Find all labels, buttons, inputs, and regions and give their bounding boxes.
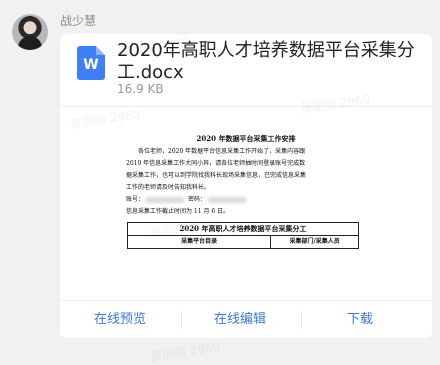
doc-line: 2019 年信息采集工作大同小异，请各位老师抽时间登录账号完成数 xyxy=(126,160,306,167)
watermark: 张丽丽 2960 xyxy=(149,340,222,364)
doc-line: 据采集工作，也可以到学院找我科长现场采集信息，已完成信息采集 xyxy=(126,172,307,179)
file-name: 2020年高职人才培养数据平台采集分工.docx xyxy=(117,40,415,83)
edit-online-button[interactable]: 在线编辑 xyxy=(185,301,295,338)
account-label: 账号： xyxy=(126,196,145,203)
action-bar: 在线预览 在线编辑 下载 xyxy=(60,300,432,338)
preview-online-button[interactable]: 在线预览 xyxy=(65,301,175,338)
doc-table-header: 采集平台目录 xyxy=(126,235,272,249)
sender-name: 战少慧 xyxy=(60,14,97,28)
file-size: 16.9 KB xyxy=(117,82,164,96)
doc-line: 各位老师，2020 年数据平台信息采集工作开始了，采集内容跟 xyxy=(138,148,306,155)
doc-title: 2020 年数据平台采集工作安排 xyxy=(196,134,296,143)
doc-line: 工作的老师请及时告知我科长。 xyxy=(126,184,211,191)
download-button[interactable]: 下载 xyxy=(305,301,415,338)
redacted-account xyxy=(146,196,185,203)
doc-table: 2020 年高职人才培养数据平台采集分工 采集平台目录 采集部门/采集人员 xyxy=(126,222,359,249)
doc-deadline: 信息采集工作截止时间为 11 月 6 日。 xyxy=(126,208,230,215)
doc-credentials: 账号： 密码： xyxy=(126,194,366,206)
doc-table-header: 采集部门/采集人员 xyxy=(270,235,359,249)
word-doc-icon: W xyxy=(77,46,105,80)
action-divider xyxy=(181,311,182,329)
doc-table-caption: 2020 年高职人才培养数据平台采集分工 xyxy=(127,222,359,236)
file-message-card[interactable]: W 2020年高职人才培养数据平台采集分工.docx 16.9 KB 2020 … xyxy=(60,34,432,338)
document-preview[interactable]: 2020 年数据平台采集工作安排 各位老师，2020 年数据平台信息采集工作开始… xyxy=(60,107,432,299)
redacted-password xyxy=(207,196,246,203)
action-divider xyxy=(301,311,302,329)
password-label: 密码： xyxy=(187,196,206,203)
avatar[interactable] xyxy=(12,14,48,50)
